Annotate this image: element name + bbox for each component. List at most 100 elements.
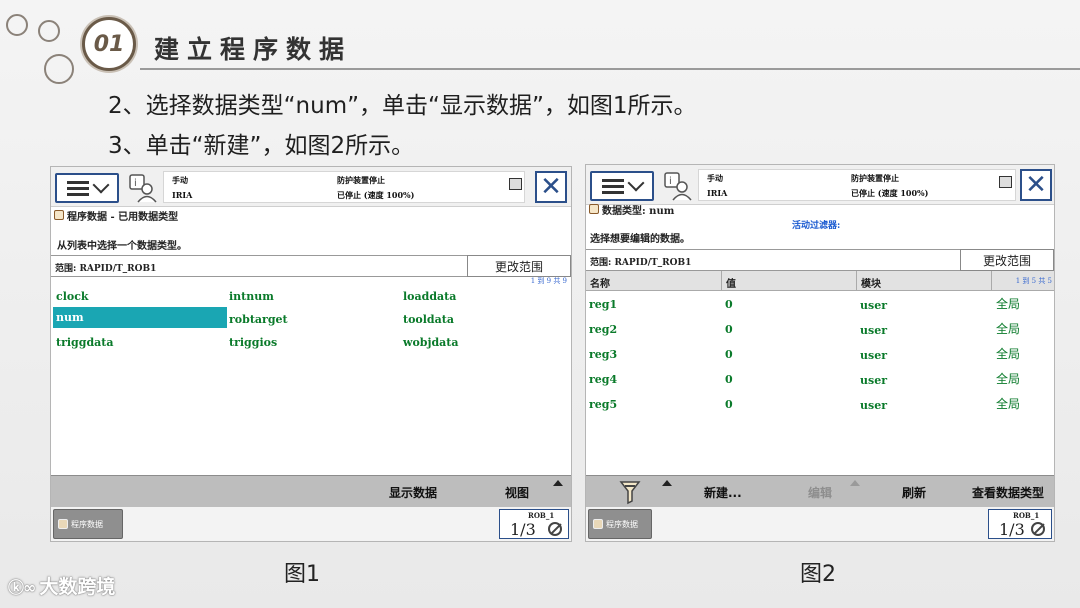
status-panel[interactable]: 手动 IRIA 防护装置停止 已停止 (速度 100%) <box>698 169 1016 201</box>
refresh-button[interactable]: 刷新 <box>902 484 926 501</box>
cell-module: user <box>860 374 887 387</box>
view-menu-arrow-icon <box>553 480 563 486</box>
list-item-triggdata[interactable]: triggdata <box>56 336 113 349</box>
filter-menu-arrow-icon <box>662 480 672 486</box>
controller-status-icon <box>999 176 1012 188</box>
run-state: 已停止 (速度 100%) <box>851 188 929 198</box>
cell-scope: 全局 <box>996 347 1021 361</box>
cell-scope: 全局 <box>996 372 1021 386</box>
main-menu-button[interactable] <box>55 173 119 203</box>
program-data-icon <box>589 204 599 214</box>
active-filter-label: 活动过滤器: <box>792 221 841 231</box>
figure-1-caption: 图1 <box>284 562 320 587</box>
quickset-button[interactable]: ROB_1 1/3 <box>988 509 1052 539</box>
view-data-types-button[interactable]: 查看数据类型 <box>972 484 1044 501</box>
cell-scope: 全局 <box>996 322 1021 336</box>
cell-name: reg4 <box>589 373 618 386</box>
quickset-button[interactable]: ROB_1 1/3 <box>499 509 569 539</box>
list-item-intnum[interactable]: intnum <box>229 290 274 303</box>
window-title-row: 数据类型: num <box>586 201 1054 217</box>
robot-label: ROB_1 <box>528 511 555 520</box>
operating-mode: 手动 <box>707 173 723 183</box>
cell-module: user <box>860 399 887 412</box>
cell-name: reg1 <box>589 298 618 311</box>
safety-status: 防护装置停止 <box>337 175 385 185</box>
column-header-module[interactable]: 模块 <box>861 275 881 290</box>
list-item-wobjdata[interactable]: wobjdata <box>403 336 459 349</box>
column-divider <box>721 271 722 291</box>
svg-text:i: i <box>669 176 672 187</box>
svg-text:i: i <box>134 178 137 189</box>
main-menu-button[interactable] <box>590 171 654 201</box>
edit-menu-arrow-icon <box>850 480 860 486</box>
cell-name: reg2 <box>589 323 618 336</box>
hamburger-icon <box>67 180 89 196</box>
header-decoration: 01 <box>0 0 150 95</box>
robot-operator-icon: i <box>664 172 692 201</box>
taskbar-button-label: 程序数据 <box>606 519 638 529</box>
column-header-name[interactable]: 名称 <box>590 275 610 290</box>
page-title: 建立程序数据 <box>154 35 353 64</box>
close-button[interactable]: ✕ <box>535 171 567 203</box>
program-data-icon <box>593 519 603 529</box>
new-button[interactable]: 新建... <box>704 484 742 501</box>
section-number-badge: 01 <box>82 17 136 71</box>
speed-fraction: 1/3 <box>510 520 536 539</box>
command-bar: 新建... 编辑 刷新 查看数据类型 <box>586 475 1054 507</box>
flexpendant-screen-fig2: i 手动 IRIA 防护装置停止 已停止 (速度 100%) ✕ 数据类型: n… <box>585 164 1055 542</box>
instruction-step-3: 3、单击“新建”，如图2所示。 <box>108 133 415 159</box>
list-item-clock[interactable]: clock <box>56 290 89 303</box>
brand-name: 大数跨境 <box>39 576 116 598</box>
cell-scope: 全局 <box>996 397 1021 411</box>
table-header: 名称 值 模块 1 到 5 共 5 <box>586 271 1054 291</box>
hamburger-icon <box>602 178 624 194</box>
command-bar: 显示数据 视图 <box>51 475 571 507</box>
program-data-icon <box>54 210 64 220</box>
taskbar: 程序数据 ROB_1 1/3 <box>51 507 571 541</box>
list-item-loaddata[interactable]: loaddata <box>403 290 456 303</box>
taskbar: 程序数据 ROB_1 1/3 <box>586 507 1054 541</box>
cell-name: reg3 <box>589 348 618 361</box>
chevron-down-icon <box>627 174 645 192</box>
change-scope-button[interactable]: 更改范围 <box>960 249 1054 271</box>
scope-row: 范围: RAPID/T_ROB1 更改范围 <box>51 255 571 277</box>
cell-module: user <box>860 299 887 312</box>
cell-name: reg5 <box>589 398 618 411</box>
controller-name: IRIA <box>172 190 193 200</box>
list-item-robtarget[interactable]: robtarget <box>229 313 288 326</box>
robot-operator-icon: i <box>129 174 157 203</box>
list-item-tooldata[interactable]: tooldata <box>403 313 454 326</box>
cell-scope: 全局 <box>996 297 1021 311</box>
header-divider <box>140 68 1080 70</box>
instruction-step-2: 2、选择数据类型“num”，单击“显示数据”，如图1所示。 <box>108 93 697 119</box>
taskbar-program-data-button[interactable]: 程序数据 <box>53 509 123 539</box>
speed-fraction: 1/3 <box>999 520 1025 539</box>
cell-value: 0 <box>725 298 733 311</box>
speed-icon <box>548 522 562 536</box>
chevron-down-icon <box>92 176 110 194</box>
robot-label: ROB_1 <box>1013 511 1040 520</box>
window-title-row: 程序数据 - 已用数据类型 <box>51 207 571 223</box>
instruction-prompt: 从列表中选择一个数据类型。 <box>57 241 187 252</box>
list-item-num-selected[interactable]: num <box>53 307 227 328</box>
scope-label: 范围: RAPID/T_ROB1 <box>590 258 692 268</box>
column-divider <box>991 271 992 291</box>
change-scope-button[interactable]: 更改范围 <box>467 255 571 277</box>
show-data-button[interactable]: 显示数据 <box>389 484 437 501</box>
watermark-logo: ⓚ∞ 大数跨境 <box>8 572 115 599</box>
cell-value: 0 <box>725 398 733 411</box>
view-button[interactable]: 视图 <box>505 484 529 501</box>
filter-icon[interactable] <box>618 479 642 505</box>
window-title: 数据类型: num <box>602 205 675 217</box>
list-item-triggios[interactable]: triggios <box>229 336 277 349</box>
status-panel[interactable]: 手动 IRIA 防护装置停止 已停止 (速度 100%) <box>163 171 525 203</box>
edit-button[interactable]: 编辑 <box>808 484 832 501</box>
top-bar: i 手动 IRIA 防护装置停止 已停止 (速度 100%) ✕ <box>51 167 571 207</box>
close-button[interactable]: ✕ <box>1020 169 1052 201</box>
taskbar-program-data-button[interactable]: 程序数据 <box>588 509 652 539</box>
cell-value: 0 <box>725 348 733 361</box>
column-header-value[interactable]: 值 <box>726 275 736 290</box>
window-title: 程序数据 - 已用数据类型 <box>67 211 179 223</box>
scope-row: 范围: RAPID/T_ROB1 更改范围 <box>586 249 1054 271</box>
run-state: 已停止 (速度 100%) <box>337 190 415 200</box>
